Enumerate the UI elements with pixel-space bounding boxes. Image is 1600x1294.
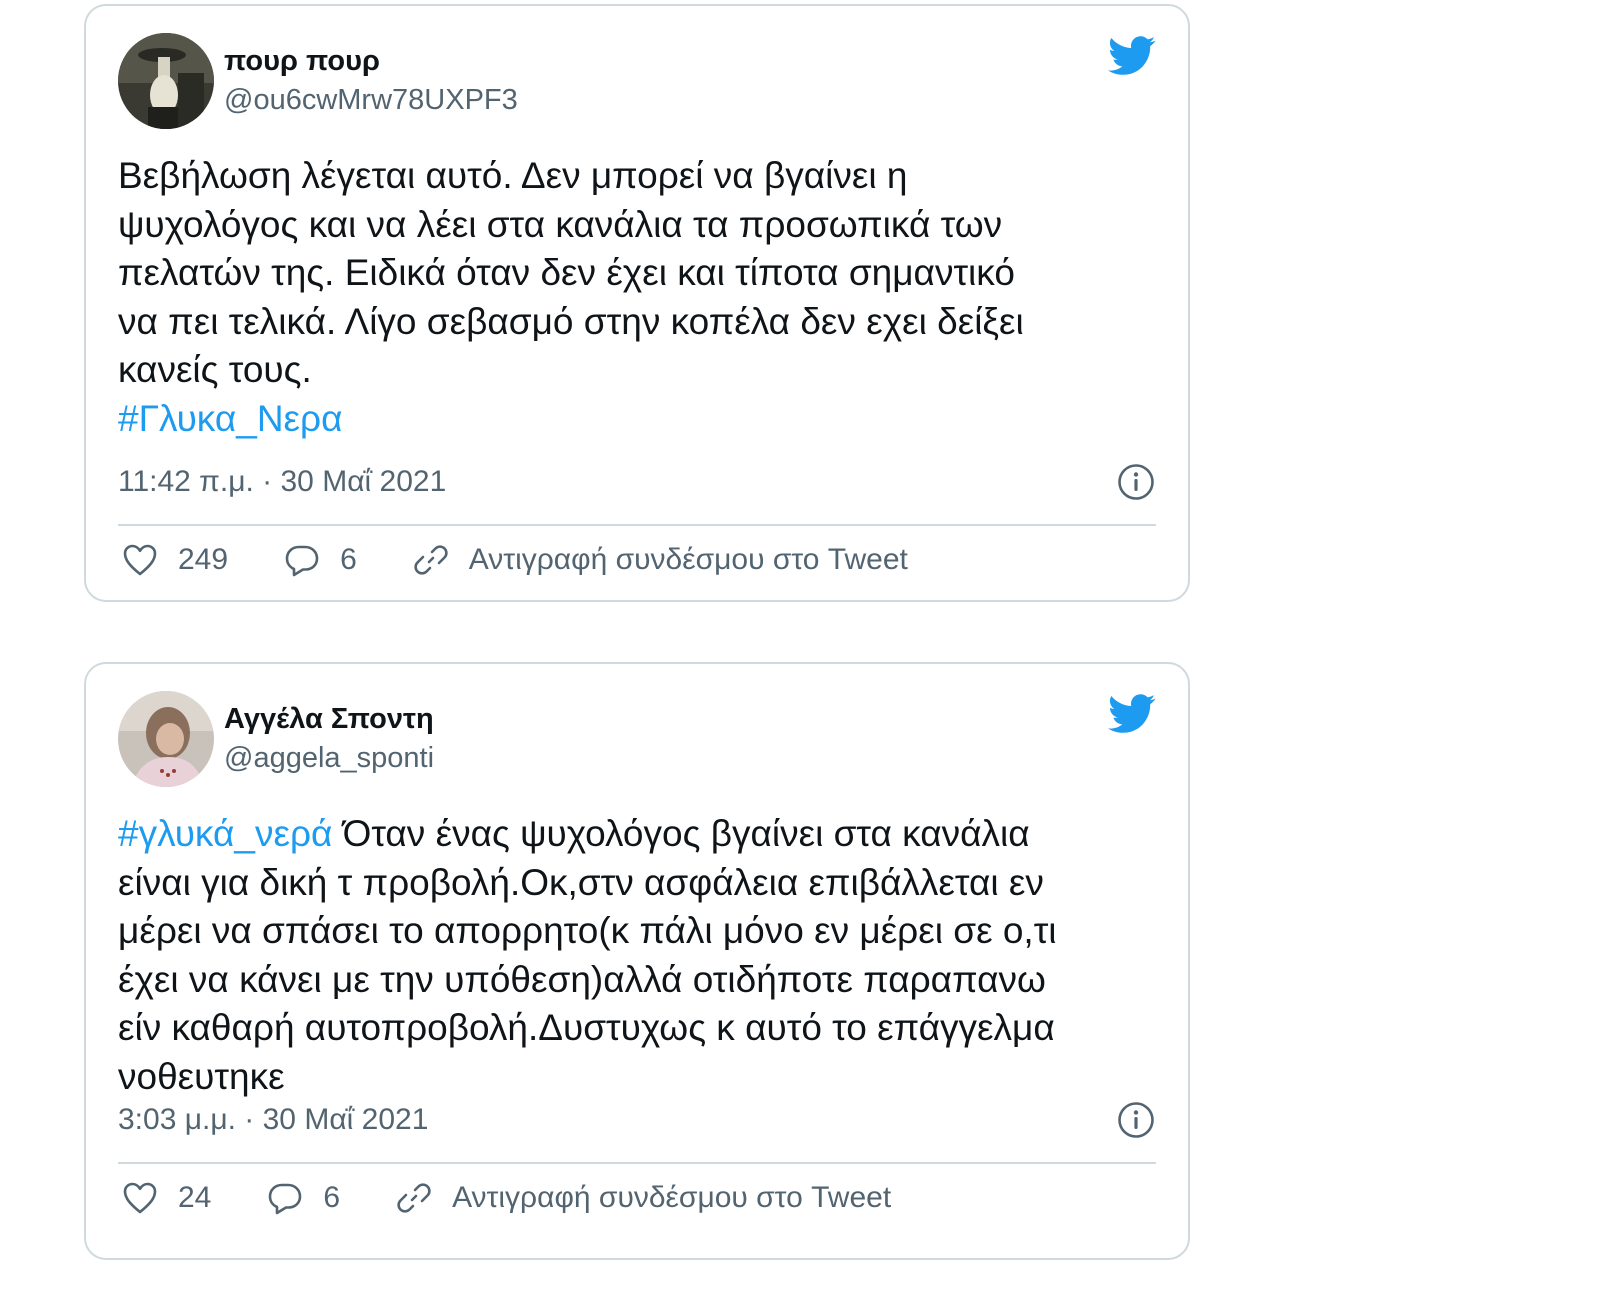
tweet-card[interactable]: Αγγέλα Σποντη @aggela_sponti #γλυκά_νερά… [84, 662, 1190, 1260]
copy-link-label: Αντιγραφή συνδέσμου στο Tweet [468, 543, 908, 576]
tweet-text-line: πελατών της. Ειδικά όταν δεν έχει και τί… [118, 252, 1015, 293]
tweet-header: Αγγέλα Σποντη @aggela_sponti [118, 690, 434, 788]
copy-link-label: Αντιγραφή συνδέσμου στο Tweet [452, 1181, 892, 1214]
tweet-text: #γλυκά_νερά Όταν ένας ψυχολόγος βγαίνει … [118, 810, 1158, 1101]
heart-icon [123, 1182, 157, 1214]
tweet-text-line: Βεβήλωση λέγεται αυτό. Δεν μπορεί να βγα… [118, 155, 908, 196]
tweet-timestamp[interactable]: 11:42 π.μ. · 30 Μαΐ 2021 [118, 465, 446, 499]
copy-link-button[interactable]: Αντιγραφή συνδέσμου στο Tweet [396, 1180, 891, 1216]
display-name[interactable]: πουρ πουρ [224, 42, 518, 80]
like-button[interactable]: 249 [122, 543, 228, 577]
tweet-text-line: ψυχολόγος και να λέει στα κανάλια τα προ… [118, 203, 1003, 245]
avatar[interactable] [118, 691, 214, 787]
user-handle[interactable]: @aggela_sponti [224, 738, 434, 778]
tweet-text-line: έχει να κάνει με την υπόθεση)αλλά οτιδήπ… [118, 958, 1046, 1000]
divider [118, 1162, 1156, 1164]
tweet-text-line: Όταν ένας ψυχολόγος βγαίνει στα κανάλια [332, 813, 1030, 854]
link-icon [414, 545, 448, 575]
tweet-actions: 24 6 Αντιγραφή συνδέσμου στο Tweet [122, 1180, 891, 1216]
info-icon[interactable] [1116, 1100, 1156, 1140]
user-handle[interactable]: @ou6cwMrw78UXPF3 [224, 80, 518, 120]
avatar[interactable] [118, 33, 214, 129]
reply-button[interactable]: 6 [284, 543, 357, 577]
twitter-bird-icon[interactable] [1108, 36, 1156, 76]
copy-link-button[interactable]: Αντιγραφή συνδέσμου στο Tweet [413, 542, 908, 578]
hashtag-link[interactable]: #γλυκά_νερά [118, 813, 332, 854]
reply-icon [269, 1183, 302, 1215]
tweet-actions: 249 6 Αντιγραφή συνδέσμου στο Tweet [122, 542, 908, 578]
link-icon [397, 1183, 431, 1213]
tweet-meta: 3:03 μ.μ. · 30 Μαΐ 2021 [118, 1100, 1156, 1140]
hashtag-link[interactable]: #Γλυκα_Νερα [118, 398, 342, 439]
divider [118, 524, 1156, 526]
reply-icon [285, 545, 319, 577]
reply-count: 6 [323, 1181, 341, 1214]
tweet-header: πουρ πουρ @ou6cwMrw78UXPF3 [118, 32, 518, 130]
tweet-text-line: είναι για δική τ προβολή.Οκ,στν ασφάλεια… [118, 861, 1044, 903]
tweet-text-line: κανείς τους. [118, 349, 312, 390]
tweet-text-line: νοθευτηκε [118, 1055, 285, 1097]
display-name[interactable]: Αγγέλα Σποντη [224, 700, 434, 738]
tweet-meta: 11:42 π.μ. · 30 Μαΐ 2021 [118, 462, 1156, 502]
reply-count: 6 [340, 543, 357, 576]
tweet-text-line: είν καθαρή αυτοπροβολή.Δυστυχως κ αυτό τ… [118, 1007, 1055, 1048]
like-button[interactable]: 24 [122, 1181, 211, 1215]
reply-button[interactable]: 6 [267, 1181, 340, 1215]
tweet-text: Βεβήλωση λέγεται αυτό. Δεν μπορεί να βγα… [118, 152, 1158, 443]
tweet-text-line: μέρει να σπάσει το απορρητο(κ πάλι μόνο … [118, 910, 1057, 951]
like-count: 249 [178, 543, 229, 576]
heart-icon [123, 544, 157, 576]
tweet-text-line: να πει τελικά. Λίγο σεβασμό στην κοπέλα … [118, 300, 1024, 342]
twitter-bird-icon[interactable] [1108, 694, 1156, 734]
tweet-card[interactable]: πουρ πουρ @ou6cwMrw78UXPF3 Βεβήλωση λέγε… [84, 4, 1190, 602]
info-icon[interactable] [1116, 462, 1156, 502]
like-count: 24 [178, 1181, 212, 1214]
tweet-timestamp[interactable]: 3:03 μ.μ. · 30 Μαΐ 2021 [118, 1103, 428, 1137]
